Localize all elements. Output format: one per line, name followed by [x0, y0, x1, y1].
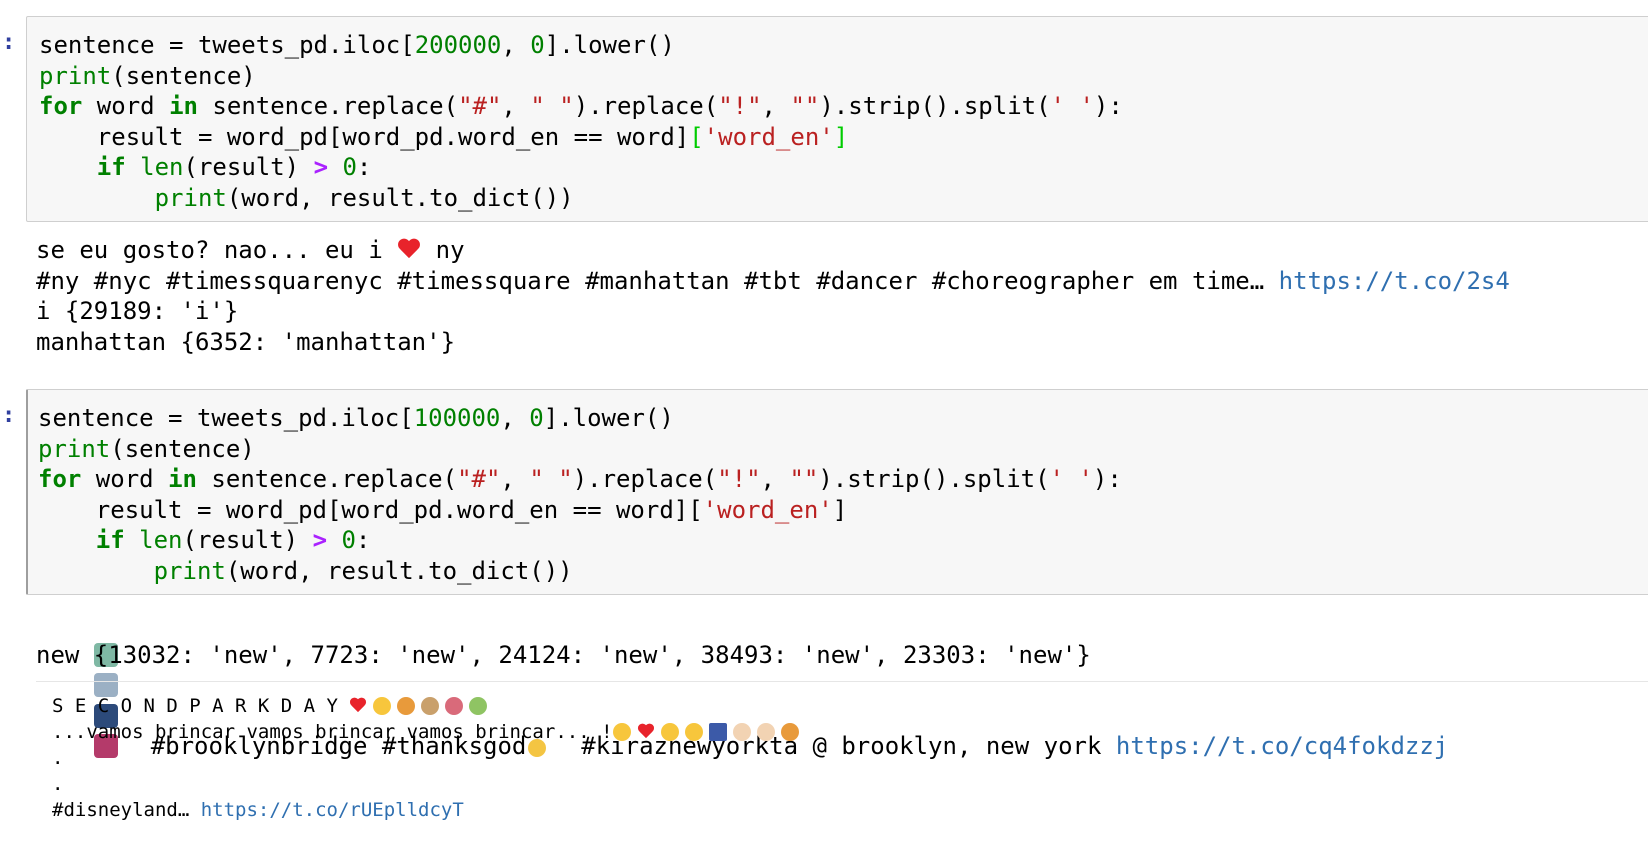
cell-2-prompt: :: [2, 403, 16, 428]
code-line: sentence = tweets_pd.iloc[200000, 0].low…: [39, 31, 675, 59]
code-line: result = word_pd[word_pd.word_en == word…: [38, 495, 848, 524]
us-flag-icon: [708, 723, 727, 741]
winking-tongue-icon: [612, 723, 631, 741]
code-line: for word in sentence.replace("#", " ").r…: [38, 465, 1122, 494]
heart-icon: [397, 239, 421, 261]
output-line: S E C O N D P A R K D A Y: [52, 693, 805, 719]
code-line: result = word_pd[word_pd.word_en == word…: [39, 122, 849, 151]
cell-1-code-editor[interactable]: sentence = tweets_pd.iloc[200000, 0].low…: [26, 16, 1648, 222]
output-line: manhattan {6352: 'manhattan'}: [36, 327, 456, 356]
pray-icon: [732, 723, 751, 741]
output-line: new {13032: 'new', 7723: 'new', 24124: '…: [36, 640, 1091, 669]
sunglasses-icon: [684, 723, 703, 741]
output-line: ...vamos brincar vamos brincar vamos bri…: [52, 719, 805, 745]
code-line: for word in sentence.replace("#", " ").r…: [39, 92, 1123, 121]
code-line: print(sentence): [39, 61, 256, 90]
output-line: #disneyland… https://t.co/rUEplldcyT: [52, 799, 464, 821]
heart-icon: [349, 698, 367, 714]
output-line: se eu gosto? nao... eu i ny: [36, 236, 465, 264]
output-divider: [36, 681, 1648, 682]
code-line: sentence = tweets_pd.iloc[100000, 0].low…: [38, 404, 674, 432]
cell-1-prompt: :: [2, 30, 16, 55]
output-line: i {29189: 'i'}: [36, 297, 239, 326]
sparkle-icon: [373, 697, 392, 715]
heart-icon: [637, 724, 655, 740]
output-line: #ny #nyc #timessquarenyc #timessquare #m…: [36, 266, 1510, 295]
code-line: print(sentence): [38, 434, 255, 463]
party-icon: [397, 697, 416, 715]
cell-2-code-editor[interactable]: sentence = tweets_pd.iloc[100000, 0].low…: [26, 389, 1648, 595]
cell-2-code-lines: sentence = tweets_pd.iloc[100000, 0].low…: [38, 403, 1122, 587]
output-line: #brooklynbridge #thanksgod #kiraznewyork…: [36, 609, 1448, 760]
tweet-link[interactable]: https://t.co/cq4fokdzzj: [1116, 732, 1448, 760]
thumbs-up-icon: [756, 723, 775, 741]
roller-coaster-icon: [469, 697, 488, 715]
output-line: .: [52, 747, 64, 769]
code-line: if len(result) > 0:: [95, 526, 371, 555]
cell-2-output: #brooklynbridge #thanksgod #kiraznewyork…: [36, 609, 1448, 761]
cell-1-code-lines: sentence = tweets_pd.iloc[200000, 0].low…: [39, 30, 1123, 214]
wink-icon: [660, 723, 679, 741]
party-icon: [780, 723, 799, 741]
tweet-link[interactable]: https://t.co/2s4: [1279, 267, 1510, 295]
cell-1-output: se eu gosto? nao... eu i ny #ny #nyc #ti…: [36, 235, 1510, 357]
code-line: if len(result) > 0:: [96, 153, 372, 182]
carousel-icon: [421, 697, 440, 715]
ferris-wheel-icon: [445, 697, 464, 715]
output-line: .: [52, 773, 64, 795]
tweet-link[interactable]: https://t.co/rUEplldcyT: [201, 799, 464, 821]
code-line: print(word, result.to_dict()): [153, 556, 573, 585]
code-line: print(word, result.to_dict()): [154, 183, 574, 212]
cell-3-output: S E C O N D P A R K D A Y ...vamos brinc…: [52, 693, 805, 823]
